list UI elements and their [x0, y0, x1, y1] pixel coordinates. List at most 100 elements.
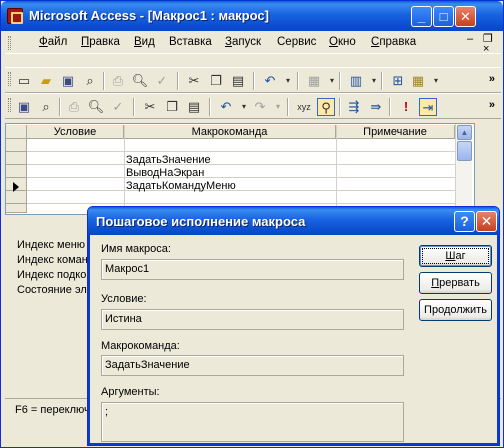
- maximize-button[interactable]: □: [433, 6, 454, 27]
- row-divider: [27, 190, 455, 191]
- toolbar-separator: [339, 98, 341, 116]
- access-app-icon[interactable]: [7, 8, 23, 24]
- mdi-minimize-button[interactable]: –: [467, 34, 473, 45]
- column-header-action[interactable]: Макрокоманда: [124, 125, 336, 139]
- new-object-dropdown-icon[interactable]: ▾: [427, 72, 445, 90]
- menubar-grip-icon[interactable]: [8, 36, 11, 50]
- row-selector[interactable]: [6, 165, 27, 178]
- file-search-icon[interactable]: ⌕: [81, 72, 99, 90]
- copy-icon[interactable]: ❐: [207, 72, 225, 90]
- scroll-thumb[interactable]: [457, 141, 472, 161]
- action-label: Макрокоманда:: [101, 340, 180, 352]
- argument-label: Индекс подко: [17, 269, 87, 281]
- status-text: F6 = переключ: [15, 404, 90, 416]
- redo-dropdown-icon[interactable]: ▾: [269, 98, 287, 116]
- current-row-arrow-icon: [13, 182, 19, 192]
- step-button[interactable]: Шаг: [419, 245, 492, 267]
- toolbar-grip-icon[interactable]: [8, 72, 11, 86]
- row-selector[interactable]: [6, 191, 27, 204]
- single-step-icon[interactable]: ⇥: [419, 98, 437, 116]
- row-selector[interactable]: [6, 139, 27, 152]
- menu-help[interactable]: Справка: [371, 36, 416, 48]
- minimize-button[interactable]: _: [411, 6, 432, 27]
- save-icon[interactable]: ▣: [59, 72, 77, 90]
- menu-run[interactable]: Запуск: [225, 36, 261, 48]
- table-row-action[interactable]: ВыводНаЭкран: [126, 167, 204, 179]
- halt-button[interactable]: Прервать: [419, 272, 492, 294]
- toolbar-options-icon[interactable]: »: [489, 99, 495, 111]
- paste-icon[interactable]: ▤: [185, 98, 203, 116]
- undo-icon[interactable]: ↶: [261, 72, 279, 90]
- new-object-icon[interactable]: ▦: [409, 72, 427, 90]
- table-row-action[interactable]: ЗадатьКомандуМеню: [126, 180, 236, 192]
- open-icon[interactable]: ▰: [37, 72, 55, 90]
- toolbar-separator: [287, 98, 289, 116]
- analyze-icon[interactable]: ▦: [305, 72, 323, 90]
- toolbar-separator: [297, 72, 299, 90]
- office-links-icon[interactable]: ▥: [347, 72, 365, 90]
- insert-rows-icon[interactable]: ⇶: [345, 98, 363, 116]
- column-divider: [336, 125, 337, 213]
- scroll-up-icon[interactable]: ▲: [457, 125, 472, 140]
- continue-button[interactable]: Продолжить: [419, 299, 492, 321]
- argument-label: Индекс коман: [17, 254, 88, 266]
- cut-icon[interactable]: ✂: [185, 72, 203, 90]
- menu-tools[interactable]: Сервис: [277, 36, 316, 48]
- table-row-action[interactable]: ЗадатьЗначение: [126, 154, 211, 166]
- toolbar-grip-icon[interactable]: [8, 98, 11, 112]
- redo-icon[interactable]: ↷: [251, 98, 269, 116]
- save-icon[interactable]: ▣: [15, 98, 33, 116]
- column-header-condition[interactable]: Условие: [27, 125, 124, 139]
- row-divider: [27, 164, 455, 165]
- print-icon[interactable]: ⎙: [65, 98, 83, 116]
- column-divider: [124, 125, 125, 213]
- spelling-icon[interactable]: ✓: [109, 98, 127, 116]
- macro-name-field: Макрос1: [101, 259, 404, 280]
- grid-corner[interactable]: [6, 125, 27, 139]
- toolbar-separator: [381, 72, 383, 90]
- title-bar[interactable]: Microsoft Access - [Макрос1 : макрос] _ …: [1, 1, 503, 31]
- menu-edit[interactable]: Правка: [81, 36, 120, 48]
- row-selector[interactable]: [6, 204, 27, 213]
- help-button[interactable]: ?: [454, 211, 475, 232]
- delete-rows-icon[interactable]: ⇛: [367, 98, 385, 116]
- dialog-title: Пошаговое исполнение макроса: [96, 214, 306, 229]
- undo-dropdown-icon[interactable]: ▾: [279, 72, 297, 90]
- toolbar-options-icon[interactable]: »: [489, 73, 495, 85]
- conditions-icon[interactable]: ⚲: [317, 98, 335, 116]
- window-title: Microsoft Access - [Макрос1 : макрос]: [29, 8, 269, 23]
- new-icon[interactable]: ▭: [15, 72, 33, 90]
- menu-file[interactable]: Файл: [39, 36, 67, 48]
- database-window-icon[interactable]: ⌕: [37, 98, 55, 116]
- mdi-close-button[interactable]: ×: [483, 44, 489, 55]
- row-divider: [27, 151, 455, 152]
- menu-insert[interactable]: Вставка: [169, 36, 212, 48]
- macro-design-toolbar: ▣ ⌕ ⎙ 🔍︎ ✓ ✂ ❐ ▤ ↶ ▾ ↷ ▾ xyz ⚲ ⇶ ⇛ ! ⇥ »: [5, 93, 501, 119]
- cut-icon[interactable]: ✂: [141, 98, 159, 116]
- run-icon[interactable]: !: [397, 98, 415, 116]
- print-icon[interactable]: ⎙: [109, 72, 127, 90]
- argument-label: Индекс меню: [17, 239, 86, 251]
- toolbar-separator: [209, 98, 211, 116]
- row-selector[interactable]: [6, 152, 27, 165]
- toolbar-separator: [253, 72, 255, 90]
- condition-label: Условие:: [101, 293, 147, 305]
- menu-view[interactable]: Вид: [134, 36, 155, 48]
- menu-window[interactable]: Окно: [329, 36, 356, 48]
- dialog-title-bar[interactable]: Пошаговое исполнение макроса ? ✕: [88, 207, 499, 235]
- print-preview-icon[interactable]: 🔍︎: [87, 98, 105, 116]
- relationships-icon[interactable]: ⊞: [389, 72, 407, 90]
- close-button[interactable]: ✕: [455, 6, 476, 27]
- column-header-comment[interactable]: Примечание: [336, 125, 455, 139]
- grid-vertical-scrollbar[interactable]: ▲: [455, 124, 472, 214]
- action-field: ЗадатьЗначение: [101, 355, 404, 376]
- dialog-close-button[interactable]: ✕: [476, 211, 497, 232]
- copy-icon[interactable]: ❐: [163, 98, 181, 116]
- macro-names-icon[interactable]: xyz: [295, 98, 313, 116]
- paste-icon[interactable]: ▤: [229, 72, 247, 90]
- row-divider: [27, 177, 455, 178]
- undo-icon[interactable]: ↶: [217, 98, 235, 116]
- spelling-icon[interactable]: ✓: [153, 72, 171, 90]
- toolbar-separator: [133, 98, 135, 116]
- print-preview-icon[interactable]: 🔍︎: [131, 72, 149, 90]
